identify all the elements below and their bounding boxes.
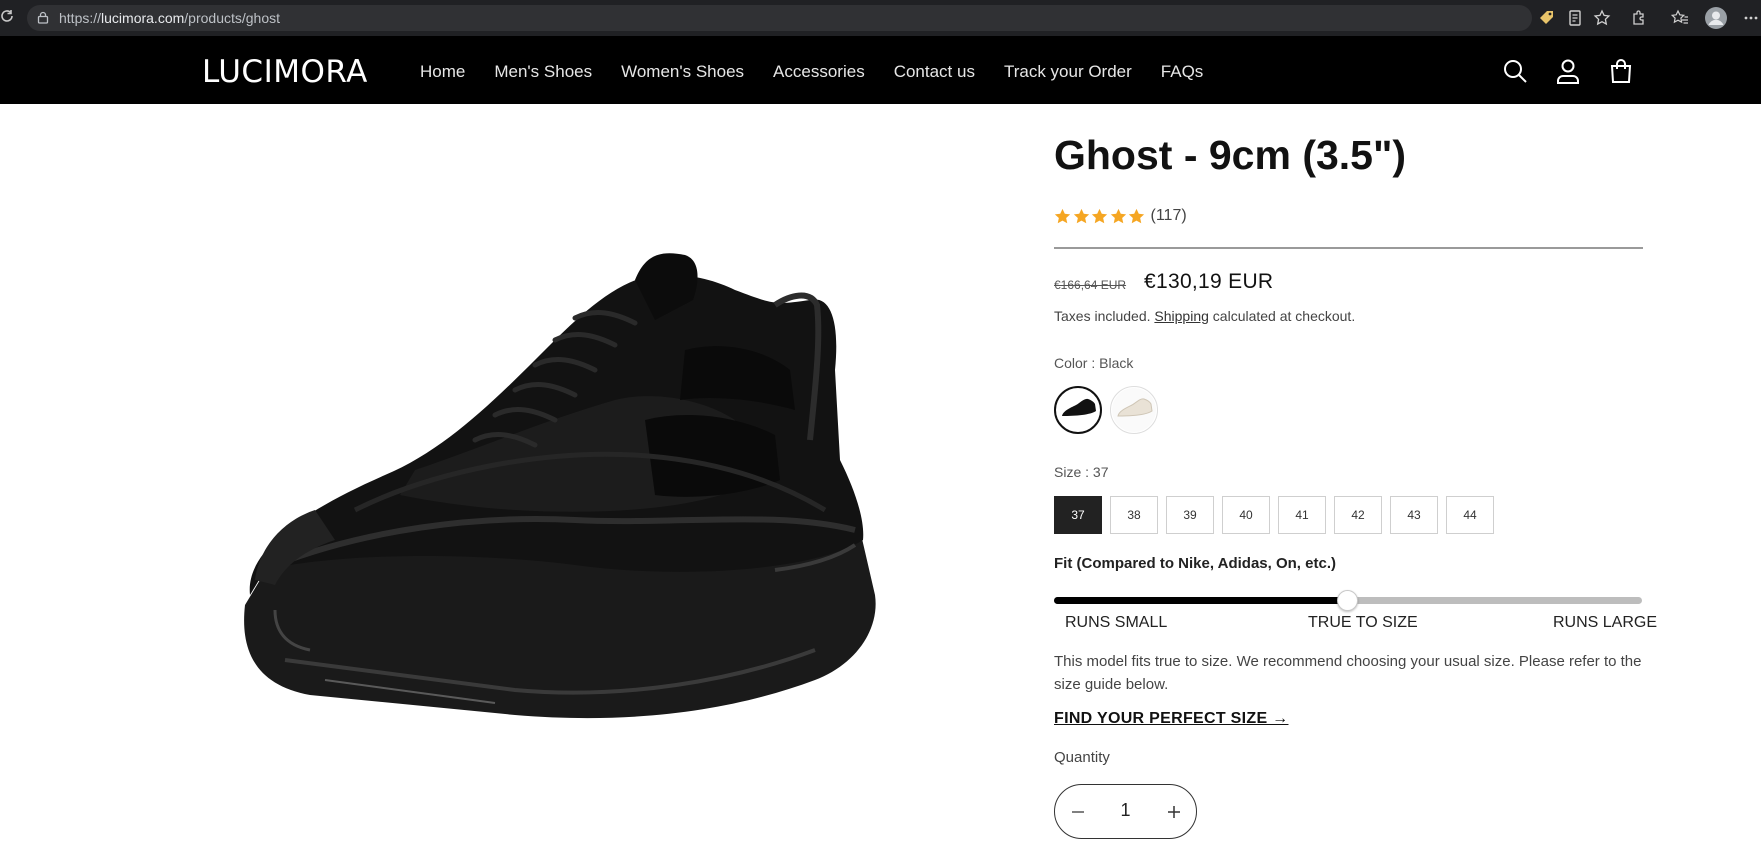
fit-title: Fit (Compared to Nike, Adidas, On, etc.)	[1054, 555, 1336, 572]
nav-faqs[interactable]: FAQs	[1161, 62, 1204, 82]
reading-mode-icon[interactable]	[1566, 9, 1584, 27]
main-nav: Home Men's Shoes Women's Shoes Accessori…	[420, 62, 1232, 82]
product-image[interactable]	[215, 210, 975, 790]
nav-mens-shoes[interactable]: Men's Shoes	[494, 62, 592, 82]
size-option[interactable]: 37	[1054, 496, 1102, 534]
url-host: lucimora.com	[101, 10, 185, 26]
size-option[interactable]: 44	[1446, 496, 1494, 534]
favorite-star-icon[interactable]	[1593, 9, 1611, 27]
sale-price: €130,19 EUR	[1144, 270, 1274, 293]
color-swatch-black[interactable]	[1054, 386, 1102, 434]
shipping-link[interactable]: Shipping	[1154, 308, 1209, 324]
extensions-icon[interactable]	[1630, 9, 1648, 27]
star-icon	[1073, 208, 1089, 223]
coupon-icon[interactable]	[1538, 9, 1556, 27]
color-label: Color : Black	[1054, 355, 1134, 371]
search-icon[interactable]	[1502, 58, 1528, 84]
fit-true-to-size: TRUE TO SIZE	[1308, 614, 1418, 631]
site-info-icon[interactable]	[37, 11, 49, 24]
divider	[1054, 247, 1643, 249]
size-option[interactable]: 41	[1278, 496, 1326, 534]
product-title: Ghost - 9cm (3.5")	[1054, 132, 1407, 178]
nav-accessories[interactable]: Accessories	[773, 62, 865, 82]
color-swatch-beige[interactable]	[1110, 386, 1158, 434]
cart-icon[interactable]	[1608, 58, 1634, 84]
profile-avatar-icon[interactable]	[1705, 7, 1727, 29]
url-path: /products/ghost	[184, 10, 281, 26]
account-icon[interactable]	[1555, 58, 1581, 84]
increase-quantity-button[interactable]	[1161, 799, 1187, 825]
site-header: LUCIMORA Home Men's Shoes Women's Shoes …	[0, 36, 1761, 104]
size-option[interactable]: 39	[1166, 496, 1214, 534]
size-option[interactable]: 43	[1390, 496, 1438, 534]
quantity-stepper: 1	[1054, 784, 1197, 839]
fit-scale-marker	[1337, 590, 1358, 611]
nav-track-order[interactable]: Track your Order	[1004, 62, 1132, 82]
plus-icon	[1168, 806, 1180, 818]
address-bar[interactable]: https://lucimora.com/products/ghost	[27, 5, 1532, 31]
favorites-icon[interactable]	[1670, 9, 1689, 27]
fit-scale-fill	[1054, 597, 1348, 604]
star-icon	[1054, 208, 1071, 223]
browser-toolbar: https://lucimora.com/products/ghost	[0, 0, 1761, 36]
product-rating[interactable]: (117)	[1054, 207, 1187, 225]
tax-note: Taxes included. Shipping calculated at c…	[1054, 308, 1355, 324]
regular-price: €166,64 EUR	[1054, 278, 1127, 292]
size-option[interactable]: 42	[1334, 496, 1382, 534]
size-option[interactable]: 40	[1222, 496, 1270, 534]
reload-icon[interactable]	[0, 9, 16, 27]
fit-scale	[1054, 590, 1642, 611]
fit-runs-large: RUNS LARGE	[1553, 614, 1658, 631]
nav-home[interactable]: Home	[420, 62, 465, 82]
size-selector: 37 38 39 40 41 42 43 44	[1054, 496, 1502, 534]
quantity-label: Quantity	[1054, 749, 1110, 766]
tax-text-before: Taxes included.	[1054, 308, 1155, 324]
more-menu-icon[interactable]	[1742, 9, 1760, 27]
nav-contact-us[interactable]: Contact us	[894, 62, 975, 82]
fit-description: This model fits true to size. We recomme…	[1054, 653, 1642, 693]
store-logo[interactable]: LUCIMORA	[202, 54, 368, 90]
star-icon	[1128, 208, 1145, 223]
star-icon	[1091, 208, 1108, 223]
fit-runs-small: RUNS SMALL	[1065, 614, 1168, 631]
url-prefix: https://	[59, 10, 102, 26]
size-guide-link[interactable]: FIND YOUR PERFECT SIZE →	[1054, 710, 1288, 728]
star-icon	[1110, 208, 1126, 223]
size-label: Size : 37	[1054, 464, 1109, 480]
nav-womens-shoes[interactable]: Women's Shoes	[621, 62, 744, 82]
tax-text-after: calculated at checkout.	[1208, 308, 1356, 324]
size-option[interactable]: 38	[1110, 496, 1158, 534]
review-count[interactable]: (117)	[1151, 207, 1187, 225]
